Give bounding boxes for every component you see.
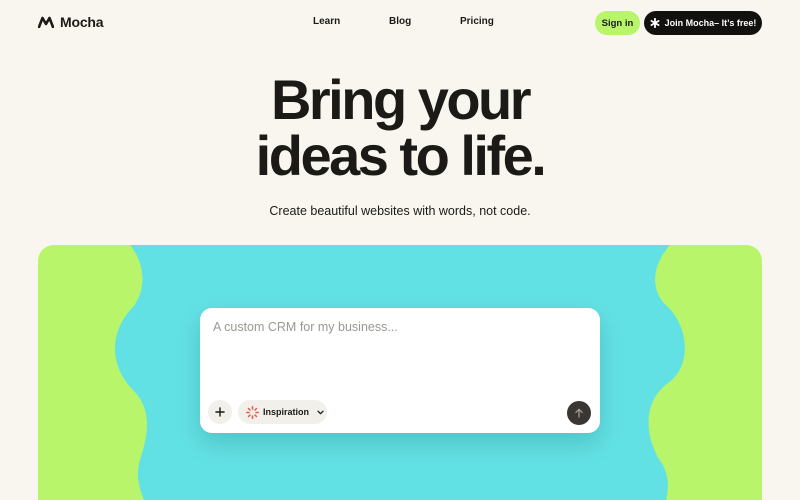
sign-in-button[interactable]: Sign in (595, 11, 640, 35)
hero-subtitle: Create beautiful websites with words, no… (269, 204, 531, 218)
inspiration-dropdown[interactable]: Inspiration (238, 400, 327, 424)
send-button[interactable] (567, 401, 591, 425)
hero-title-line-1: Bring your (270, 68, 532, 131)
chevron-down-icon (317, 410, 324, 414)
inspiration-label: Inspiration (263, 407, 310, 417)
sparkle-burst-icon (246, 405, 259, 419)
arrow-up-icon (575, 408, 583, 418)
hero-title-line-2: ideas to life. (255, 124, 547, 187)
join-button[interactable]: Join Mocha– It’s free! (644, 11, 762, 35)
asterisk-icon (650, 18, 660, 28)
top-header: Mocha Learn Blog Pricing Sign in Join Mo… (0, 0, 800, 46)
nav-link-learn[interactable]: Learn (313, 16, 340, 27)
hero-title: Bring your ideas to life. (0, 72, 800, 184)
add-attachment-button[interactable] (208, 400, 232, 424)
sign-in-label: Sign in (601, 17, 634, 29)
nav-link-blog[interactable]: Blog (389, 16, 411, 27)
prompt-input[interactable] (213, 320, 583, 334)
nav-link-pricing[interactable]: Pricing (460, 16, 494, 27)
plus-icon (215, 407, 225, 417)
join-label: Join Mocha– It’s free! (664, 18, 757, 28)
